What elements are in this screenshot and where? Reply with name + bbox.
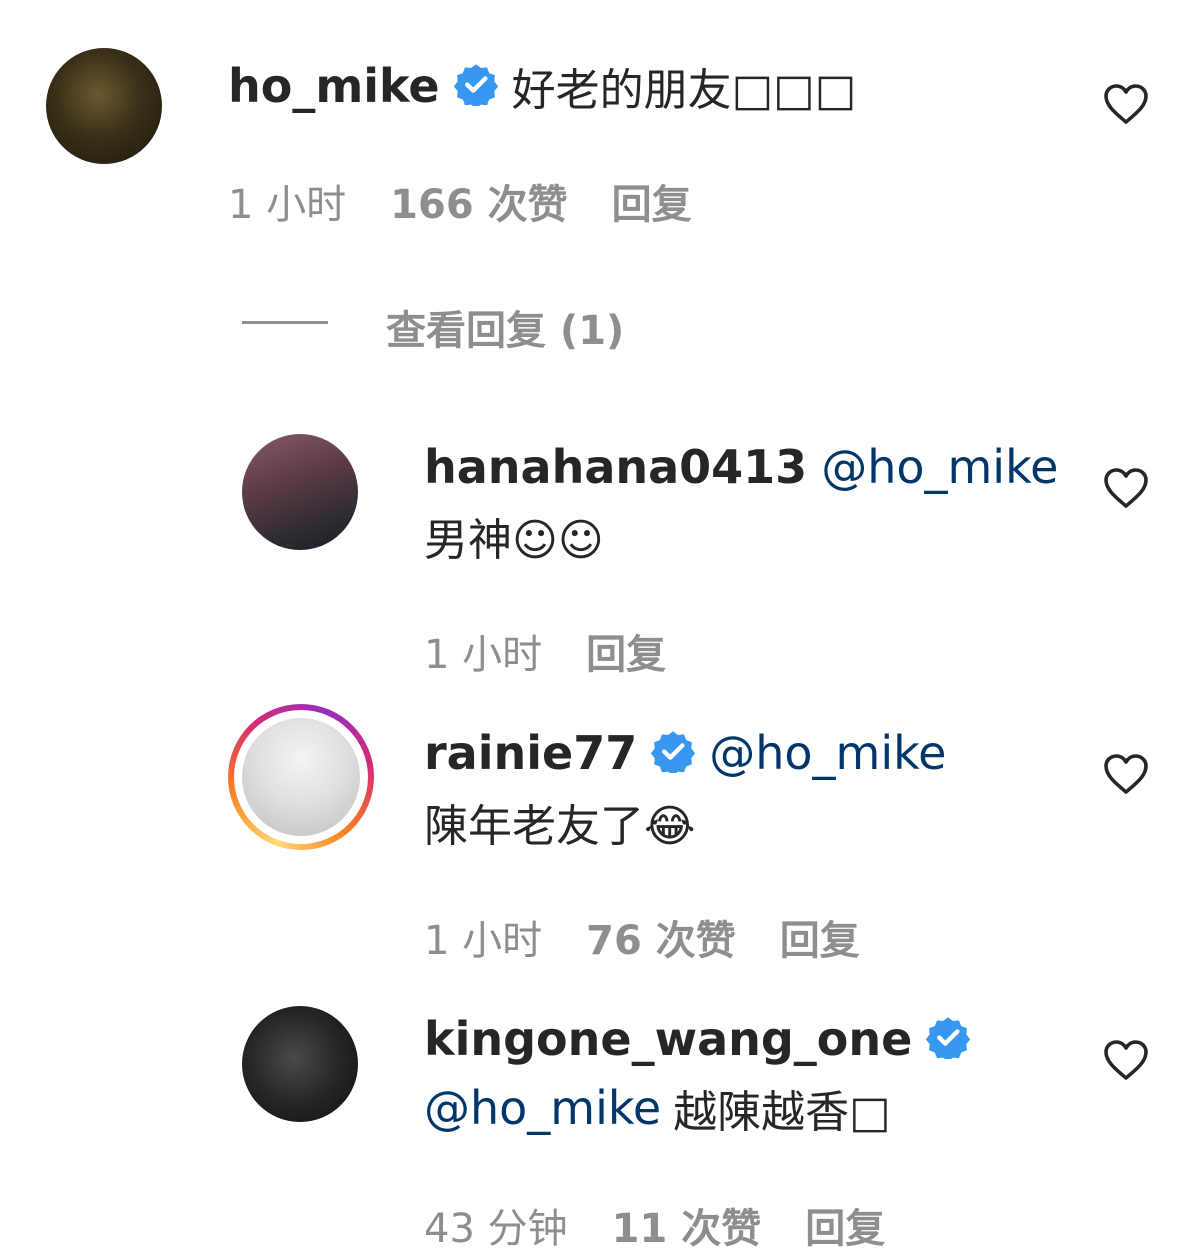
- heart-outline-icon[interactable]: [1102, 1038, 1150, 1086]
- mention-link[interactable]: @ho_mike: [821, 440, 1058, 494]
- comment-time: 1 小时: [424, 918, 543, 964]
- comment-text-ho-mike: 好老的朋友□□□: [511, 65, 857, 116]
- username-kingone-wang-one[interactable]: kingone_wang_one: [424, 1012, 912, 1066]
- story-ring[interactable]: [228, 704, 374, 850]
- reply-button[interactable]: 回复: [586, 622, 666, 680]
- reply-button[interactable]: 回复: [780, 908, 860, 966]
- comment-meta-ho-mike: 1 小时 166 次赞 回复: [228, 172, 692, 230]
- replies-divider: [242, 321, 328, 324]
- comment-time: 1 小时: [228, 182, 347, 228]
- avatar-hanahana0413[interactable]: [242, 434, 358, 550]
- verified-badge-icon: [926, 1015, 971, 1063]
- avatar-kingone-wang-one[interactable]: [242, 1006, 358, 1122]
- avatar-rainie77[interactable]: [242, 718, 360, 836]
- like-count[interactable]: 11 次赞: [612, 1196, 762, 1254]
- heart-outline-icon[interactable]: [1102, 82, 1150, 130]
- comment-meta-kingone-wang-one: 43 分钟 11 次赞 回复: [424, 1196, 885, 1254]
- comment-text-rainie77: 陳年老友了😂: [424, 801, 696, 852]
- like-count[interactable]: 76 次赞: [586, 908, 736, 966]
- reply-button[interactable]: 回复: [805, 1196, 885, 1254]
- verified-badge-icon: [651, 729, 696, 777]
- story-ring-gap: [234, 710, 368, 844]
- comment-time: 43 分钟: [424, 1206, 568, 1252]
- comment-meta-rainie77: 1 小时 76 次赞 回复: [424, 908, 860, 966]
- comment-header-kingone-wang-one: kingone_wang_one: [424, 1012, 971, 1066]
- verified-badge-icon: [453, 62, 498, 110]
- username-ho-mike[interactable]: ho_mike: [228, 59, 440, 113]
- comment-header-rainie77: rainie77 @ho_mike: [424, 726, 946, 780]
- comment-header-hanahana0413: hanahana0413 @ho_mike: [424, 440, 1058, 494]
- comment-text-kingone-wang-one: 越陳越香□: [673, 1087, 891, 1138]
- username-hanahana0413[interactable]: hanahana0413: [424, 440, 807, 494]
- heart-outline-icon[interactable]: [1102, 466, 1150, 514]
- heart-outline-icon[interactable]: [1102, 752, 1150, 800]
- comment-header-ho-mike: ho_mike 好老的朋友□□□: [228, 54, 856, 118]
- username-rainie77[interactable]: rainie77: [424, 726, 637, 780]
- like-count[interactable]: 166 次赞: [390, 172, 567, 230]
- reply-button[interactable]: 回复: [612, 172, 692, 230]
- comment-body-kingone-wang-one: @ho_mike 越陳越香□: [424, 1076, 891, 1140]
- avatar-ho-mike[interactable]: [46, 48, 162, 164]
- comment-text-hanahana0413: 男神☺☺: [424, 515, 604, 566]
- mention-link[interactable]: @ho_mike: [424, 1081, 661, 1135]
- comment-time: 1 小时: [424, 632, 543, 678]
- mention-link[interactable]: @ho_mike: [709, 726, 946, 780]
- view-replies-button[interactable]: 查看回复 (1): [386, 298, 624, 356]
- comment-meta-hanahana0413: 1 小时 回复: [424, 622, 666, 680]
